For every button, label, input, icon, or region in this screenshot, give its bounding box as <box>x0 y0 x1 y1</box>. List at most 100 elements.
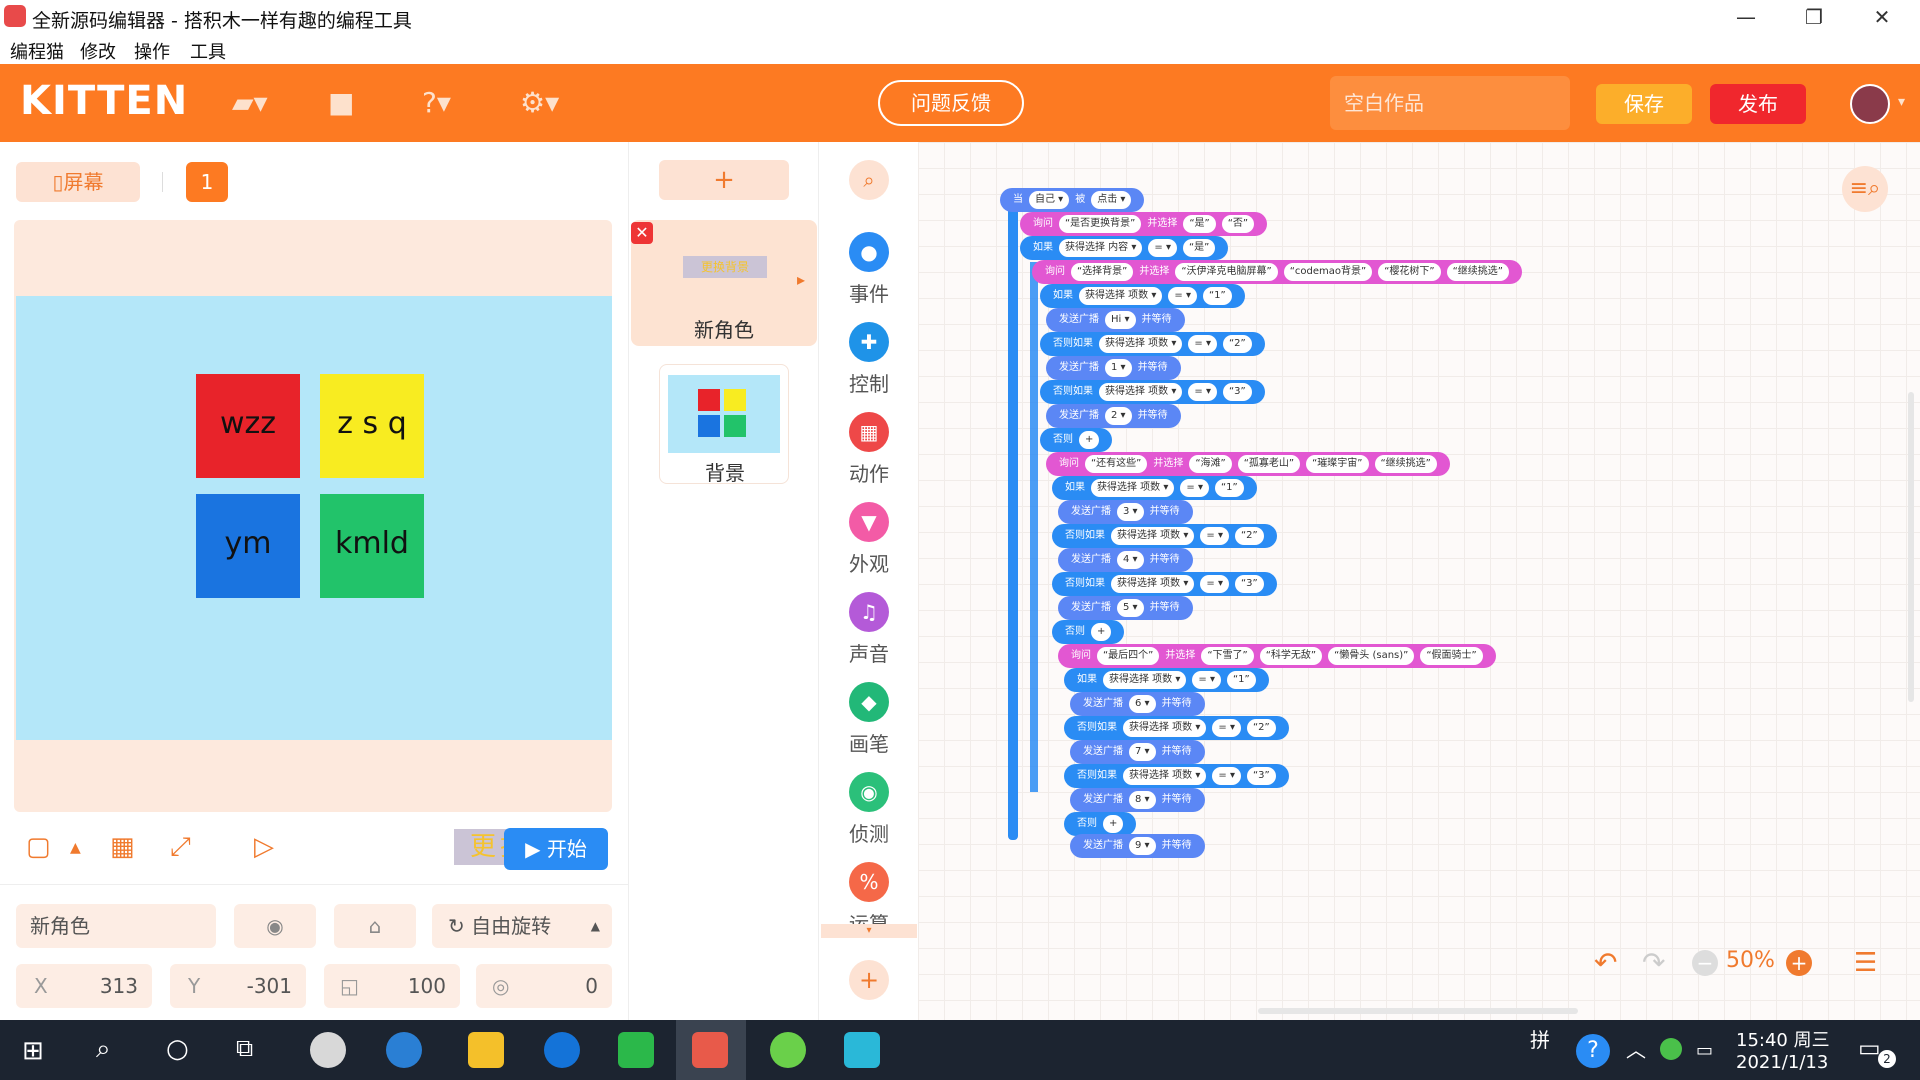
block-input[interactable]: “孤寡老山” <box>1237 455 1301 473</box>
block-input[interactable]: 8 ▾ <box>1129 791 1156 809</box>
folder-icon[interactable]: ▰▾ <box>232 86 268 119</box>
code-block[interactable]: 发送广播 7 ▾ 并等待 <box>1070 740 1205 764</box>
code-block[interactable]: 否则如果 获得选择 项数 ▾ = ▾ “2” <box>1052 524 1277 548</box>
backpack-icon[interactable]: ■ <box>328 86 354 119</box>
block-input[interactable]: = ▾ <box>1212 719 1241 737</box>
fullscreen-icon[interactable]: ⤢ <box>170 832 191 863</box>
sprite-card-new-role[interactable]: 更换背景 ▸ 新角色 <box>631 220 817 346</box>
category-6[interactable]: ◉ 侦测 <box>819 772 919 847</box>
block-input[interactable]: 获得选择 项数 ▾ <box>1123 767 1207 785</box>
category-1[interactable]: ✚ 控制 <box>819 322 919 397</box>
block-input[interactable]: 获得选择 项数 ▾ <box>1111 575 1195 593</box>
block-input[interactable]: 1 ▾ <box>1105 359 1132 377</box>
block-input[interactable]: “懒骨头 (sans)” <box>1328 647 1415 665</box>
block-input[interactable]: 获得选择 项数 ▾ <box>1099 383 1183 401</box>
rotation-select[interactable]: ↻ 自由旋转 ▲ <box>432 904 612 948</box>
code-block[interactable]: 询问 “最后四个” 并选择 “下雪了” “科学无敌” “懒骨头 (sans)” “假面骑士” <box>1058 644 1496 668</box>
block-input[interactable]: “继续挑选” <box>1446 263 1509 281</box>
code-block[interactable]: 询问 “还有这些” 并选择 “海滩” “孤寡老山” “璀璨宇宙” “继续挑选” <box>1046 452 1450 476</box>
screen-count-badge[interactable]: 1 <box>186 162 228 202</box>
arrange-blocks-icon[interactable]: ☰ <box>1854 948 1877 978</box>
code-block[interactable]: 否则 + <box>1052 620 1125 644</box>
task-view-icon[interactable]: ⧉ <box>236 1034 253 1062</box>
play-preview-icon[interactable]: ▷ <box>254 832 274 862</box>
block-input[interactable]: 5 ▾ <box>1117 599 1144 617</box>
code-block[interactable]: 否则 + <box>1064 812 1137 836</box>
block-input[interactable]: “选择背景” <box>1071 263 1134 281</box>
avatar[interactable] <box>1850 84 1890 124</box>
menu-item-operate[interactable]: 操作 <box>134 38 170 64</box>
battery-icon[interactable]: ▭ <box>1696 1040 1713 1061</box>
ie-icon[interactable] <box>386 1032 422 1068</box>
start-button[interactable]: ▶ 开始 <box>504 828 608 870</box>
block-input[interactable]: “璀璨宇宙” <box>1306 455 1369 473</box>
code-block[interactable]: 发送广播 Hi ▾ 并等待 <box>1046 308 1185 332</box>
ime-indicator[interactable]: 拼 <box>1530 1024 1550 1053</box>
code-block[interactable]: 发送广播 1 ▾ 并等待 <box>1046 356 1181 380</box>
code-block[interactable]: 发送广播 5 ▾ 并等待 <box>1058 596 1193 620</box>
category-0[interactable]: ● 事件 <box>819 232 919 307</box>
code-block[interactable]: 发送广播 3 ▾ 并等待 <box>1058 500 1193 524</box>
block-input[interactable]: 9 ▾ <box>1129 837 1156 855</box>
block-input[interactable]: 2 ▾ <box>1105 407 1132 425</box>
zoom-out-button[interactable]: − <box>1692 950 1718 976</box>
stage-canvas[interactable]: wzz z s q ym kmld 更换背景 <box>16 296 612 865</box>
code-block[interactable]: 发送广播 2 ▾ 并等待 <box>1046 404 1181 428</box>
block-input[interactable]: = ▾ <box>1192 671 1221 689</box>
cortana-icon[interactable]: ○ <box>166 1034 189 1064</box>
block-input[interactable]: “3” <box>1234 575 1264 593</box>
block-input[interactable]: “否” <box>1221 215 1255 233</box>
block-input[interactable]: + <box>1103 815 1124 833</box>
block-input[interactable]: “1” <box>1202 287 1232 305</box>
block-input[interactable]: “是” <box>1182 239 1216 257</box>
y-field[interactable]: Y -301 <box>170 964 306 1008</box>
block-input[interactable]: “1” <box>1226 671 1256 689</box>
block-input[interactable]: 获得选择 项数 ▾ <box>1091 479 1175 497</box>
media-player-icon[interactable] <box>844 1032 880 1068</box>
block-input[interactable]: 获得选择 项数 ▾ <box>1103 671 1187 689</box>
block-input[interactable]: “最后四个” <box>1097 647 1160 665</box>
network-icon[interactable] <box>1660 1038 1682 1060</box>
taskbar-app-icon[interactable] <box>310 1032 346 1068</box>
code-block[interactable]: 如果 获得选择 项数 ▾ = ▾ “1” <box>1040 284 1245 308</box>
screen-button[interactable]: ▯屏幕 <box>16 162 140 202</box>
block-input[interactable]: “是否更换背景” <box>1059 215 1142 233</box>
code-block[interactable]: 当自己 ▾ 被点击 ▾ <box>1000 188 1145 212</box>
feedback-button[interactable]: 问题反馈 <box>878 80 1024 126</box>
x-field[interactable]: X 313 <box>16 964 152 1008</box>
block-input[interactable]: = ▾ <box>1212 767 1241 785</box>
block-input[interactable]: “2” <box>1234 527 1264 545</box>
workspace-search-icon[interactable]: ≡⌕ <box>1842 166 1888 212</box>
category-2[interactable]: ▦ 动作 <box>819 412 919 487</box>
sprite-name-input[interactable]: 新角色 <box>16 904 216 948</box>
block-input[interactable]: “假面骑士” <box>1420 647 1483 665</box>
undo-icon[interactable]: ↶ <box>1594 946 1617 979</box>
search-icon[interactable]: ⌕ <box>849 160 889 200</box>
search-icon[interactable]: ⌕ <box>96 1034 111 1065</box>
vertical-scrollbar[interactable] <box>1908 392 1914 702</box>
code-block[interactable]: 询问 “是否更换背景” 并选择 “是” “否” <box>1020 212 1268 236</box>
block-input[interactable]: “沃伊泽克电脑屏幕” <box>1175 263 1278 281</box>
lock-toggle[interactable]: ⌂ <box>334 904 416 948</box>
android-app-icon[interactable] <box>770 1032 806 1068</box>
block-input[interactable]: 自己 ▾ <box>1029 191 1070 209</box>
windows-start-icon[interactable]: ⊞ <box>22 1036 44 1066</box>
horizontal-scrollbar[interactable] <box>1258 1008 1578 1014</box>
wechat-icon[interactable] <box>618 1032 654 1068</box>
direction-field[interactable]: ◎ 0 <box>476 964 612 1008</box>
code-block[interactable]: 发送广播 4 ▾ 并等待 <box>1058 548 1193 572</box>
block-input[interactable]: = ▾ <box>1200 575 1229 593</box>
block-input[interactable]: “科学无敌” <box>1259 647 1323 665</box>
file-explorer-icon[interactable] <box>468 1032 504 1068</box>
code-block[interactable]: 否则如果 获得选择 项数 ▾ = ▾ “3” <box>1064 764 1289 788</box>
code-block[interactable]: 如果 获得选择 项数 ▾ = ▾ “1” <box>1052 476 1257 500</box>
block-input[interactable]: “2” <box>1222 335 1252 353</box>
project-title-input[interactable]: 空白作品 <box>1330 76 1570 130</box>
code-block[interactable]: 询问 “选择背景” 并选择 “沃伊泽克电脑屏幕” “codemao背景” “樱花树下” “继… <box>1032 260 1522 284</box>
block-input[interactable]: 3 ▾ <box>1117 503 1144 521</box>
code-block[interactable]: 否则如果 获得选择 项数 ▾ = ▾ “2” <box>1064 716 1289 740</box>
block-input[interactable]: + <box>1091 623 1112 641</box>
block-input[interactable]: + <box>1079 431 1100 449</box>
block-input[interactable]: 获得选择 内容 ▾ <box>1059 239 1143 257</box>
block-input[interactable]: 7 ▾ <box>1129 743 1156 761</box>
